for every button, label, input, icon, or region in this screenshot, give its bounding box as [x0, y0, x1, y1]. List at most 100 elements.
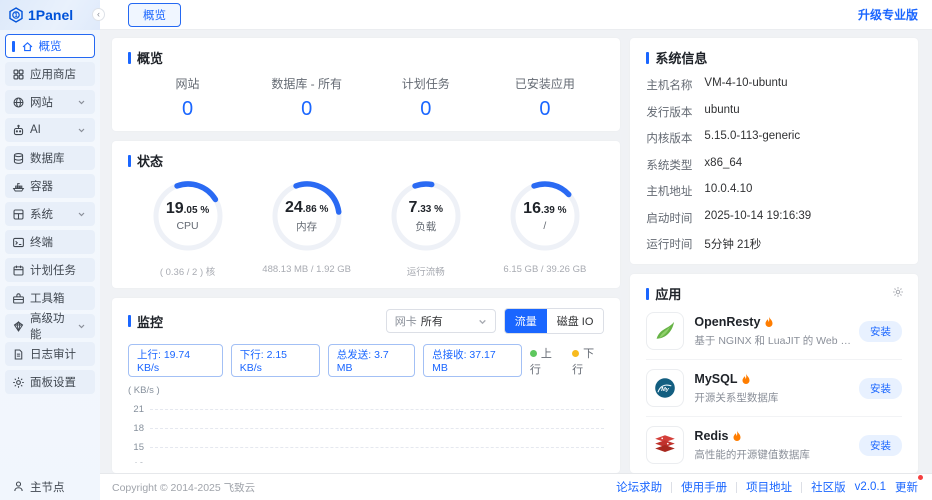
sidebar-item-label: 日志审计 — [30, 346, 76, 362]
appstore-icon — [12, 68, 25, 81]
apps-header: 应用 — [646, 284, 902, 303]
sidebar-collapse-button[interactable]: ‹ — [92, 8, 105, 21]
apps-settings-gear-icon[interactable] — [892, 286, 904, 298]
app-row-openresty: OpenResty 基于 NGINX 和 LuaJIT 的 Web 平台 安装 — [646, 303, 902, 360]
manual-link[interactable]: 使用手册 — [681, 479, 727, 495]
gauge-caption: 488.13 MB / 1.92 GB — [262, 264, 351, 275]
monitor-title: 监控 — [137, 312, 163, 331]
stat-label: 已安装应用 — [485, 75, 604, 92]
sidebar-item-advanced[interactable]: 高级功能 — [5, 314, 95, 338]
app-name[interactable]: OpenResty — [694, 315, 760, 329]
app-name[interactable]: MySQL — [694, 372, 737, 386]
sidebar-item-website[interactable]: 网站 — [5, 90, 95, 114]
stat-value[interactable]: 0 — [128, 98, 247, 121]
active-bar — [12, 41, 15, 52]
traffic-chart: ( KB/s ) 21 18 15 12 9 — [128, 385, 604, 463]
total-received-chip: 总接收: 37.17 MB — [423, 344, 522, 377]
stat-value[interactable]: 0 — [485, 98, 604, 121]
master-node-switcher[interactable]: 主节点 — [0, 473, 100, 500]
sidebar-menu: 概览 应用商店 网站 AI 数据库 容器 — [0, 30, 100, 473]
traffic-stats: 上行: 19.74 KB/s 下行: 2.15 KB/s 总发送: 3.7 MB… — [128, 344, 604, 377]
monitor-mode-switch: 流量 磁盘 IO — [504, 308, 605, 334]
upgrade-pro-link[interactable]: 升级专业版 — [858, 6, 918, 23]
section-bar — [128, 315, 131, 327]
database-icon — [12, 152, 25, 165]
gear-icon — [12, 376, 25, 389]
app-row-mysql: My MySQL 开源关系型数据库 安装 — [646, 360, 902, 417]
hot-flame-icon — [741, 373, 751, 385]
apps-card: 应用 OpenResty 基于 NGINX 和 LuaJIT 的 Web 平台 — [630, 274, 918, 473]
info-row-distro: 发行版本 ubuntu — [646, 104, 902, 120]
sidebar-item-ai[interactable]: AI — [5, 118, 95, 142]
sidebar-item-cronjob[interactable]: 计划任务 — [5, 258, 95, 282]
y-tick: 12 — [128, 461, 150, 463]
sidebar-item-terminal[interactable]: 终端 — [5, 230, 95, 254]
svg-text:My: My — [662, 387, 671, 393]
copyright-text: Copyright © 2014-2025 飞致云 — [112, 480, 255, 495]
system-info-card: 系统信息 主机名称 VM-4-10-ubuntu 发行版本 ubuntu 内核版… — [630, 38, 918, 264]
stat-value[interactable]: 0 — [366, 98, 485, 121]
sidebar-item-toolbox[interactable]: 工具箱 — [5, 286, 95, 310]
gauge-memory[interactable]: 24.86 % 内存 488.13 MB / 1.92 GB — [247, 178, 366, 278]
info-row-boot-time: 启动时间 2025-10-14 19:16:39 — [646, 210, 902, 226]
system-info-rows: 主机名称 VM-4-10-ubuntu 发行版本 ubuntu 内核版本 5.1… — [646, 77, 902, 252]
traffic-tab[interactable]: 流量 — [505, 309, 547, 333]
install-button[interactable]: 安装 — [859, 321, 902, 342]
system-info-title: 系统信息 — [655, 48, 707, 67]
home-icon — [21, 40, 34, 53]
diamond-icon — [12, 320, 25, 333]
sidebar-item-label: 系统 — [30, 206, 53, 222]
main-area: 概览 网站 0 数据库 - 所有 0 计划任务 0 — [100, 30, 932, 473]
tab-overview[interactable]: 概览 — [128, 3, 181, 27]
gauge-disk-root[interactable]: 16.39 % / 6.15 GB / 39.26 GB — [485, 178, 604, 278]
sidebar-item-label: 终端 — [30, 234, 53, 250]
install-button[interactable]: 安装 — [859, 378, 902, 399]
install-button[interactable]: 安装 — [859, 435, 902, 456]
section-bar — [646, 52, 649, 64]
1panel-logo-icon: 1 — [8, 7, 24, 23]
tab-strip: 概览 升级专业版 — [100, 0, 932, 30]
info-row-host-address: 主机地址 10.0.4.10 — [646, 183, 902, 199]
calendar-icon — [12, 264, 25, 277]
status-title: 状态 — [137, 151, 163, 170]
info-row-kernel: 内核版本 5.15.0-113-generic — [646, 130, 902, 146]
app-name[interactable]: Redis — [694, 429, 728, 443]
sidebar-item-database[interactable]: 数据库 — [5, 146, 95, 170]
sidebar-item-label: 网站 — [30, 94, 53, 110]
gauge-load[interactable]: 7.33 % 负载 运行流畅 — [366, 178, 485, 278]
footer-links: 论坛求助 使用手册 项目地址 社区版 v2.0.1 更新 — [616, 479, 918, 495]
forum-help-link[interactable]: 论坛求助 — [616, 479, 662, 495]
app-row-redis: Redis 高性能的开源键值数据库 安装 — [646, 417, 902, 473]
robot-icon — [12, 124, 25, 137]
overview-header: 概览 — [128, 48, 604, 67]
divider — [671, 482, 672, 493]
section-bar — [128, 155, 131, 167]
sidebar-item-appstore[interactable]: 应用商店 — [5, 62, 95, 86]
disk-io-tab[interactable]: 磁盘 IO — [547, 309, 604, 333]
redis-logo — [646, 426, 684, 464]
nic-select[interactable]: 网卡 所有 — [386, 309, 496, 333]
sidebar-item-label: AI — [30, 124, 41, 136]
gauge-label: 内存 — [296, 219, 317, 234]
total-sent-chip: 总发送: 3.7 MB — [328, 344, 415, 377]
overview-title: 概览 — [137, 48, 163, 67]
sidebar-item-overview[interactable]: 概览 — [5, 34, 95, 58]
logo: 1 1Panel — [0, 0, 100, 30]
gauge-cpu[interactable]: 19.05 % CPU ( 0.36 / 2 ) 核 — [128, 178, 247, 278]
toolbox-icon — [12, 292, 25, 305]
chevron-down-icon — [75, 126, 88, 134]
status-header: 状态 — [128, 151, 604, 170]
sidebar-item-container[interactable]: 容器 — [5, 174, 95, 198]
logo-text: 1Panel — [28, 7, 73, 23]
project-link[interactable]: 项目地址 — [746, 479, 792, 495]
sidebar-item-logs[interactable]: 日志审计 — [5, 342, 95, 366]
legend-down[interactable]: 下行 — [572, 345, 604, 377]
nic-select-prefix: 网卡 — [395, 313, 417, 329]
gauge-label: / — [543, 220, 546, 232]
sidebar-item-system[interactable]: 系统 — [5, 202, 95, 226]
update-link[interactable]: 更新 — [895, 479, 918, 495]
sidebar-item-settings[interactable]: 面板设置 — [5, 370, 95, 394]
stat-value[interactable]: 0 — [247, 98, 366, 121]
legend-up[interactable]: 上行 — [530, 345, 562, 377]
chevron-down-icon — [478, 317, 487, 326]
